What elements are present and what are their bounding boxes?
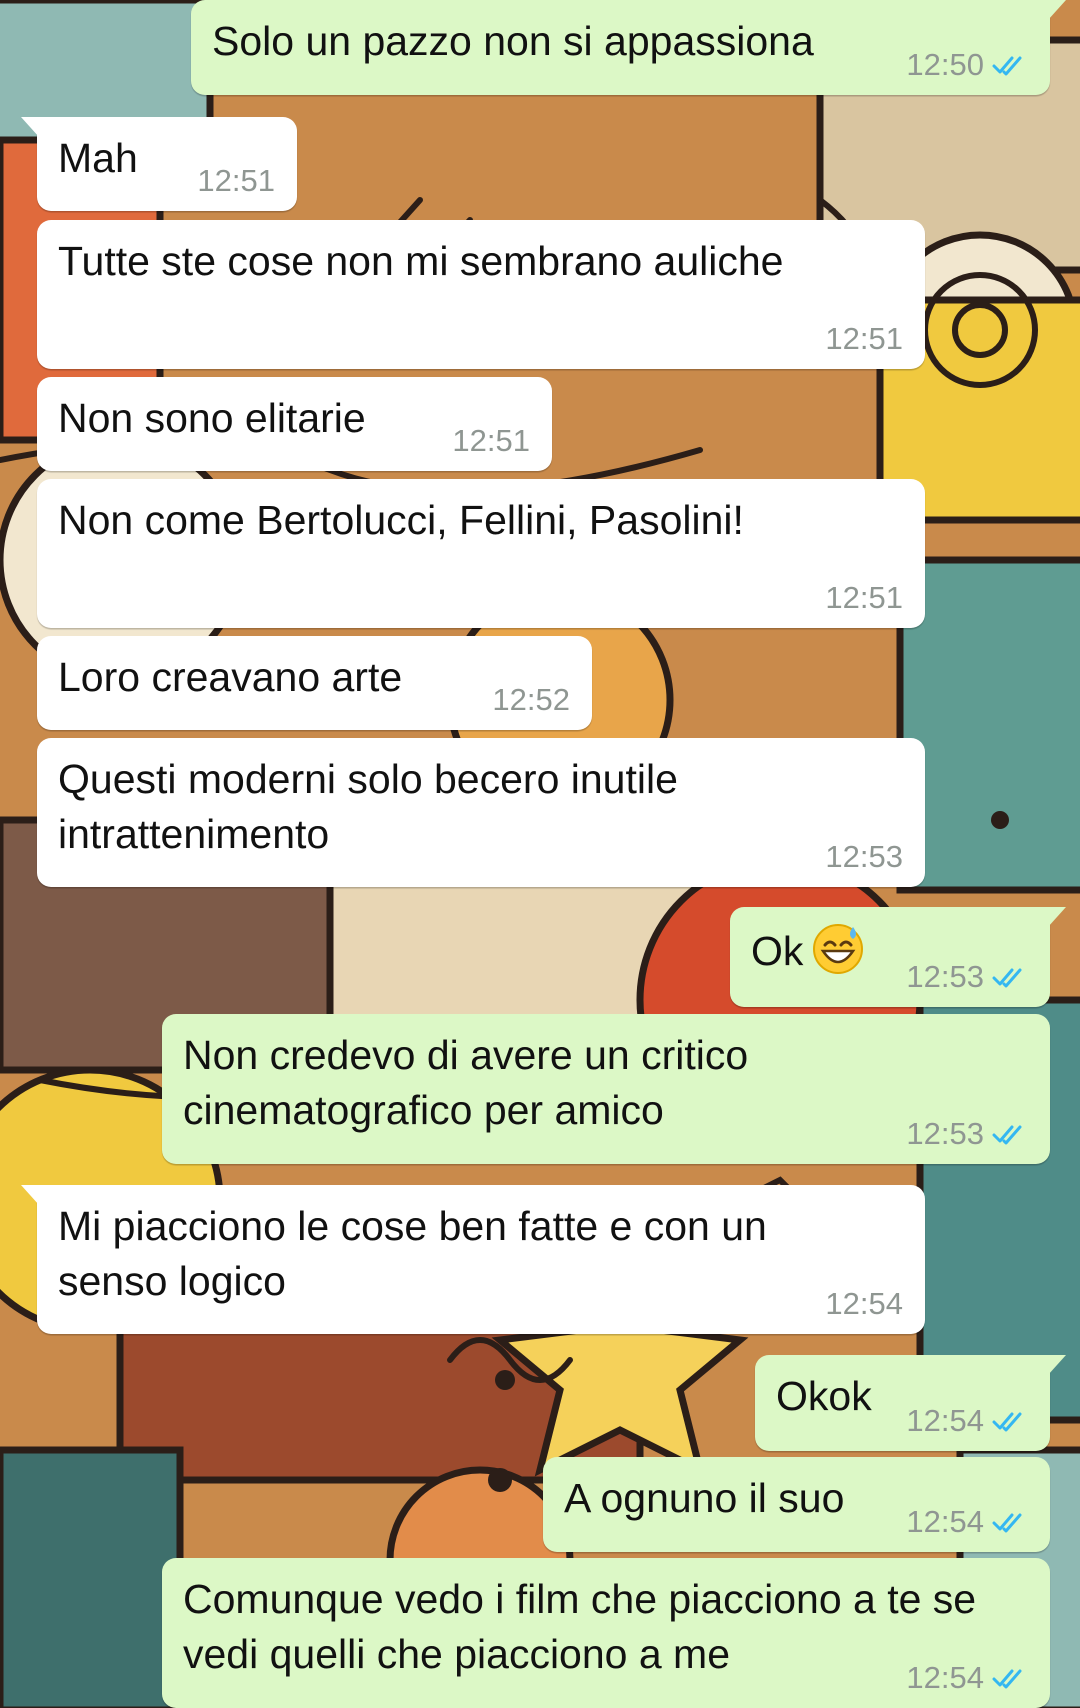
message-text: Questi moderni solo becero inutile intra… <box>58 756 678 857</box>
incoming-message[interactable]: Non sono elitarie 12:51 <box>37 377 552 471</box>
message-meta: 12:52 <box>492 682 570 718</box>
incoming-message[interactable]: Mah 12:51 <box>21 117 297 211</box>
message-text: Mi piacciono le cose ben fatte e con un … <box>58 1203 767 1304</box>
message-meta: 12:54 <box>906 1504 1028 1540</box>
message-meta: 12:51 <box>825 580 903 616</box>
message-meta: 12:51 <box>452 423 530 459</box>
outgoing-message[interactable]: Ok 12:53 <box>730 907 1066 1007</box>
read-ticks-icon <box>992 56 1022 76</box>
message-text: Non credevo di avere un critico cinemato… <box>183 1032 749 1133</box>
read-ticks-icon <box>992 1669 1022 1689</box>
message-text: Tutte ste cose non mi sembrano auliche <box>58 238 784 284</box>
message-time: 12:51 <box>452 423 530 458</box>
message-meta: 12:53 <box>906 959 1028 995</box>
message-meta: 12:51 <box>197 163 275 199</box>
grinning-face-with-sweat-icon <box>813 924 864 974</box>
message-text-label: Ok <box>751 928 804 974</box>
read-ticks-icon <box>992 968 1022 988</box>
incoming-message[interactable]: Mi piacciono le cose ben fatte e con un … <box>21 1185 925 1334</box>
message-meta: 12:54 <box>906 1660 1028 1696</box>
message-time: 12:53 <box>906 959 984 994</box>
message-text: Comunque vedo i film che piacciono a te … <box>183 1576 977 1677</box>
message-time: 12:50 <box>906 47 984 82</box>
message-time: 12:54 <box>825 1286 903 1321</box>
outgoing-message[interactable]: Okok 12:54 <box>755 1355 1066 1451</box>
outgoing-message[interactable]: Solo un pazzo non si appassiona 12:50 <box>191 0 1066 95</box>
read-ticks-icon <box>992 1513 1022 1533</box>
message-meta: 12:54 <box>906 1403 1028 1439</box>
outgoing-message[interactable]: Comunque vedo i film che piacciono a te … <box>162 1558 1050 1708</box>
message-time: 12:52 <box>492 682 570 717</box>
message-time: 12:53 <box>825 839 903 874</box>
outgoing-message[interactable]: A ognuno il suo 12:54 <box>543 1457 1050 1552</box>
message-time: 12:54 <box>906 1660 984 1695</box>
message-time: 12:51 <box>825 580 903 615</box>
message-meta: 12:54 <box>825 1286 903 1322</box>
message-time: 12:53 <box>906 1116 984 1151</box>
message-meta: 12:50 <box>906 47 1028 83</box>
message-text: Non come Bertolucci, Fellini, Pasolini! <box>58 497 744 543</box>
read-ticks-icon <box>992 1125 1022 1145</box>
incoming-message[interactable]: Questi moderni solo becero inutile intra… <box>37 738 925 887</box>
message-time: 12:51 <box>825 321 903 356</box>
message-meta: 12:53 <box>906 1116 1028 1152</box>
incoming-message[interactable]: Non come Bertolucci, Fellini, Pasolini! … <box>37 479 925 628</box>
message-time: 12:51 <box>197 163 275 198</box>
outgoing-message[interactable]: Non credevo di avere un critico cinemato… <box>162 1014 1050 1164</box>
read-ticks-icon <box>992 1412 1022 1432</box>
incoming-message[interactable]: Loro creavano arte 12:52 <box>37 636 592 730</box>
incoming-message[interactable]: Tutte ste cose non mi sembrano auliche 1… <box>37 220 925 369</box>
message-meta: 12:53 <box>825 839 903 875</box>
message-time: 12:54 <box>906 1403 984 1438</box>
message-meta: 12:51 <box>825 321 903 357</box>
message-time: 12:54 <box>906 1504 984 1539</box>
